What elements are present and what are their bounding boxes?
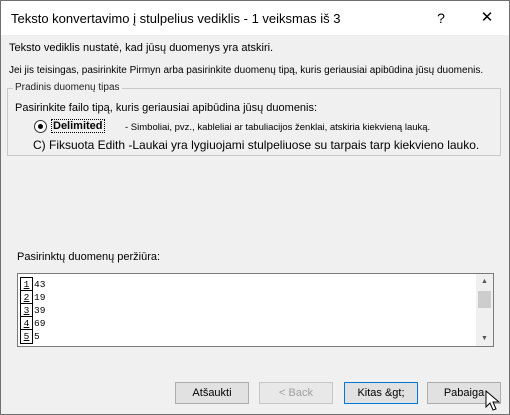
next-button[interactable]: Kitas &gt;	[344, 382, 418, 404]
intro-instruction-text: Jei jis teisingas, pasirinkite Pirmyn ar…	[9, 65, 484, 76]
data-preview-pane[interactable]: 1 43 2 19 3 39 4 69 5 5 ▲ ▼	[17, 273, 494, 347]
preview-label: Pasirinktų duomenų peržiūra:	[17, 251, 161, 263]
preview-row: 3 39	[20, 303, 46, 317]
scroll-up-icon[interactable]: ▲	[476, 274, 493, 289]
preview-row-number: 2	[20, 290, 33, 304]
preview-row-value: 19	[34, 292, 46, 303]
preview-row-value: 43	[34, 279, 46, 290]
cancel-button[interactable]: Atšaukti	[175, 382, 249, 404]
delimited-radio[interactable]	[34, 120, 47, 133]
preview-row: 55	[20, 329, 45, 344]
preview-rows: 1 43 2 19 3 39 4 69 5 5	[20, 277, 46, 344]
preview-row-value: 39	[34, 305, 46, 316]
back-button[interactable]: < Back	[259, 382, 333, 404]
preview-scrollbar[interactable]: ▲ ▼	[476, 274, 493, 346]
preview-row-number: 3	[20, 303, 33, 317]
file-type-prompt: Pasirinkite failo tipą, kuris geriausiai…	[15, 102, 318, 114]
title-bar: Teksto konvertavimo į stulpelius vedikli…	[1, 1, 509, 35]
radio-selected-dot	[38, 124, 43, 129]
close-button[interactable]: ✕	[473, 7, 501, 29]
fixed-width-option[interactable]: C) Fiksuota Edith -Laukai yra lygiuojami…	[33, 138, 479, 152]
text-to-columns-dialog: Teksto konvertavimo į stulpelius vedikli…	[0, 0, 510, 415]
preview-row: 1 43	[20, 277, 46, 291]
preview-row-number: 4	[20, 316, 33, 330]
preview-row: 2 19	[20, 290, 46, 304]
delimited-description: - Simboliai, pvz., kableliai ar tabuliac…	[125, 122, 431, 133]
group-legend: Pradinis duomenų tipas	[13, 82, 122, 93]
preview-row-number: 1	[20, 277, 33, 291]
preview-row: 4 69	[20, 316, 46, 330]
preview-row-value: 5	[34, 331, 40, 342]
preview-row-number: 5	[20, 329, 33, 344]
delimited-radio-label[interactable]: Delimited	[51, 119, 105, 133]
mouse-cursor-icon	[485, 390, 501, 411]
scroll-thumb[interactable]	[478, 291, 491, 308]
preview-row-value: 69	[34, 318, 46, 329]
intro-detected-text: Teksto vediklis nustatė, kad jūsų duomen…	[9, 42, 274, 54]
scroll-down-icon[interactable]: ▼	[476, 331, 493, 346]
dialog-title: Teksto konvertavimo į stulpelius vedikli…	[11, 11, 341, 26]
help-button[interactable]: ?	[427, 7, 455, 29]
